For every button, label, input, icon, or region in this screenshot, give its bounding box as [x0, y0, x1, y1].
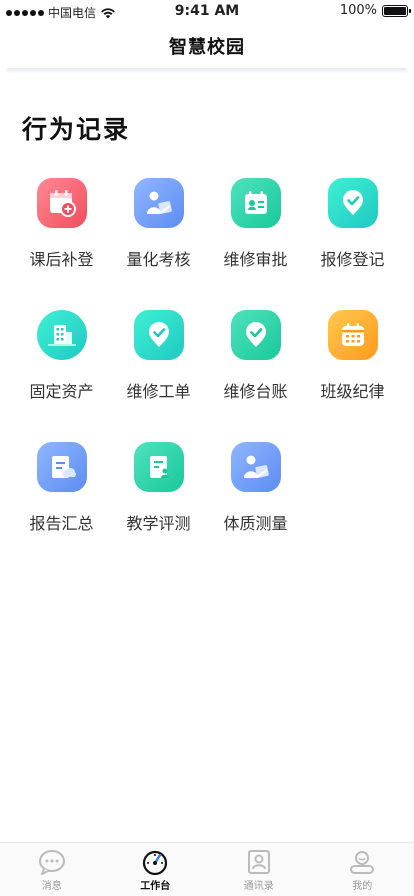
grid-item-repair-approval[interactable]: 维修审批 [207, 172, 304, 272]
grid-item-label: 体质测量 [223, 514, 288, 533]
status-bar: 中国电信 9:41 AM 100% [0, 0, 414, 22]
tile [327, 310, 378, 360]
tile [36, 178, 87, 228]
grid-item-quantitative-assessment[interactable]: 量化考核 [110, 172, 207, 272]
grid-item-teaching-evaluation[interactable]: 教学评测 [110, 436, 207, 536]
person-document-icon [146, 191, 172, 214]
building-icon [47, 325, 76, 346]
grid-item-label: 量化考核 [126, 250, 191, 269]
grid-item-repair-registration[interactable]: 报修登记 [304, 172, 401, 272]
grid-item-physical-measurement[interactable]: 体质测量 [207, 436, 304, 536]
grid-item-label: 报告汇总 [29, 514, 94, 533]
tile [36, 310, 87, 360]
grid-item-label: 维修工单 [126, 382, 191, 401]
grid-item-class-discipline[interactable]: 班级纪律 [304, 304, 401, 404]
profile-icon [350, 851, 375, 874]
tile [36, 442, 87, 492]
section-title: 行为记录 [22, 115, 131, 144]
dashboard-icon [143, 850, 168, 875]
check-location-icon [245, 322, 266, 347]
tab-label: 通讯录 [243, 881, 274, 892]
person-document-icon [243, 455, 269, 478]
grid-item-fixed-assets[interactable]: 固定资产 [13, 304, 110, 404]
battery-icon [382, 4, 411, 17]
function-grid: 课后补登 量化考核 维修审批 报修登记 固定资产 维修工单 维修台账 班级纪律 … [0, 172, 414, 536]
battery-percent: 100% [339, 3, 377, 18]
grid-item-makeup-registration[interactable]: 课后补登 [13, 172, 110, 272]
calendar-plus-icon [49, 190, 76, 217]
document-person-icon [149, 456, 169, 478]
tab-profile[interactable]: 我的 [311, 843, 414, 896]
check-location-icon [148, 322, 169, 347]
battery-fill [384, 6, 406, 15]
grid-item-label: 维修审批 [223, 250, 288, 269]
tile [230, 442, 281, 492]
check-location-icon [342, 190, 363, 215]
tab-workbench[interactable]: 工作台 [104, 843, 208, 896]
calendar-icon [341, 323, 364, 346]
tab-label: 工作台 [140, 881, 171, 892]
document-cloud-icon [51, 456, 76, 478]
grid-item-repair-work-order[interactable]: 维修工单 [110, 304, 207, 404]
tile [230, 178, 281, 228]
tile [230, 310, 281, 360]
message-icon [38, 850, 65, 875]
grid-item-label: 报修登记 [320, 250, 385, 269]
nav-bar: 智慧校园 [0, 22, 414, 70]
grid-item-report-summary[interactable]: 报告汇总 [13, 436, 110, 536]
grid-item-repair-ledger[interactable]: 维修台账 [207, 304, 304, 404]
id-card-icon [244, 191, 267, 214]
contacts-icon [247, 850, 270, 874]
tile [133, 178, 184, 228]
grid-item-label: 班级纪律 [320, 382, 385, 401]
tab-contacts[interactable]: 通讯录 [207, 843, 311, 896]
tile [133, 442, 184, 492]
tile [133, 310, 184, 360]
grid-item-label: 维修台账 [223, 382, 288, 401]
tile [327, 178, 378, 228]
nav-divider [6, 68, 408, 74]
tab-messages[interactable]: 消息 [0, 843, 104, 896]
tab-label: 我的 [352, 881, 373, 892]
grid-item-label: 固定资产 [29, 382, 94, 401]
status-right: 100% [339, 3, 411, 18]
grid-item-label: 教学评测 [126, 514, 191, 533]
page-title: 智慧校园 [169, 37, 245, 58]
tab-bar: 消息 工作台 通讯录 我的 [0, 842, 414, 896]
grid-item-label: 课后补登 [29, 250, 94, 269]
tab-label: 消息 [41, 881, 62, 892]
